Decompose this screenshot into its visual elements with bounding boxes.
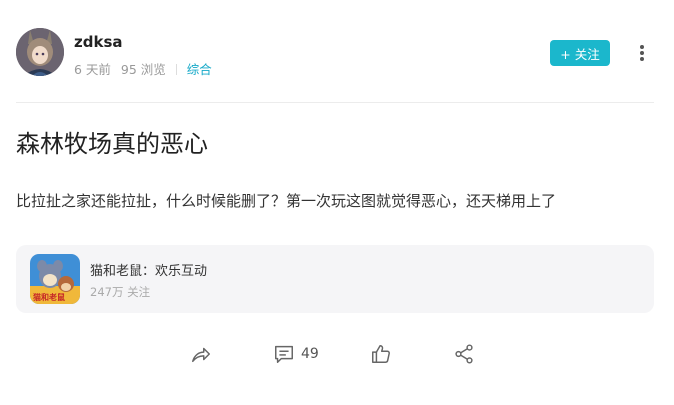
like-button[interactable]	[370, 342, 392, 366]
game-icon: 猫和老鼠	[30, 254, 80, 304]
game-follower-count: 247万 关注	[90, 285, 151, 299]
post-meta: 6 天前 95 浏览 综合	[74, 59, 212, 78]
share-nodes-icon	[455, 344, 473, 364]
share-button[interactable]	[190, 342, 212, 366]
svg-text:猫和老鼠: 猫和老鼠	[32, 292, 65, 302]
category-link[interactable]: 综合	[187, 62, 212, 77]
header-divider	[16, 102, 654, 103]
post-title: 森林牧场真的恶心	[16, 130, 208, 158]
meta-divider	[175, 64, 177, 75]
post-body: 比拉扯之家还能拉扯，什么时候能删了？第一次玩这图就觉得恶心，还天梯用上了	[16, 192, 557, 210]
comment-count: 49	[301, 346, 319, 362]
share-arrow-icon	[192, 347, 210, 363]
more-options-icon[interactable]	[632, 40, 652, 66]
view-count: 95 浏览	[120, 62, 166, 77]
game-card[interactable]: 猫和老鼠 猫和老鼠：欢乐互动 247万 关注	[16, 245, 654, 313]
username[interactable]: zdksa	[74, 33, 123, 51]
game-name: 猫和老鼠：欢乐互动	[90, 264, 208, 279]
post-header: zdksa 6 天前 95 浏览 综合 + 关注	[16, 28, 656, 80]
comment-icon	[275, 345, 293, 363]
action-bar: 49	[0, 338, 674, 370]
comment-button[interactable]: 49	[273, 342, 319, 366]
follow-button-label: + 关注	[560, 46, 600, 62]
follow-button[interactable]: + 关注	[550, 40, 610, 66]
thumbs-up-icon	[372, 345, 390, 363]
forward-button[interactable]	[453, 342, 475, 366]
post-time: 6 天前	[74, 62, 111, 77]
avatar[interactable]	[16, 28, 64, 76]
